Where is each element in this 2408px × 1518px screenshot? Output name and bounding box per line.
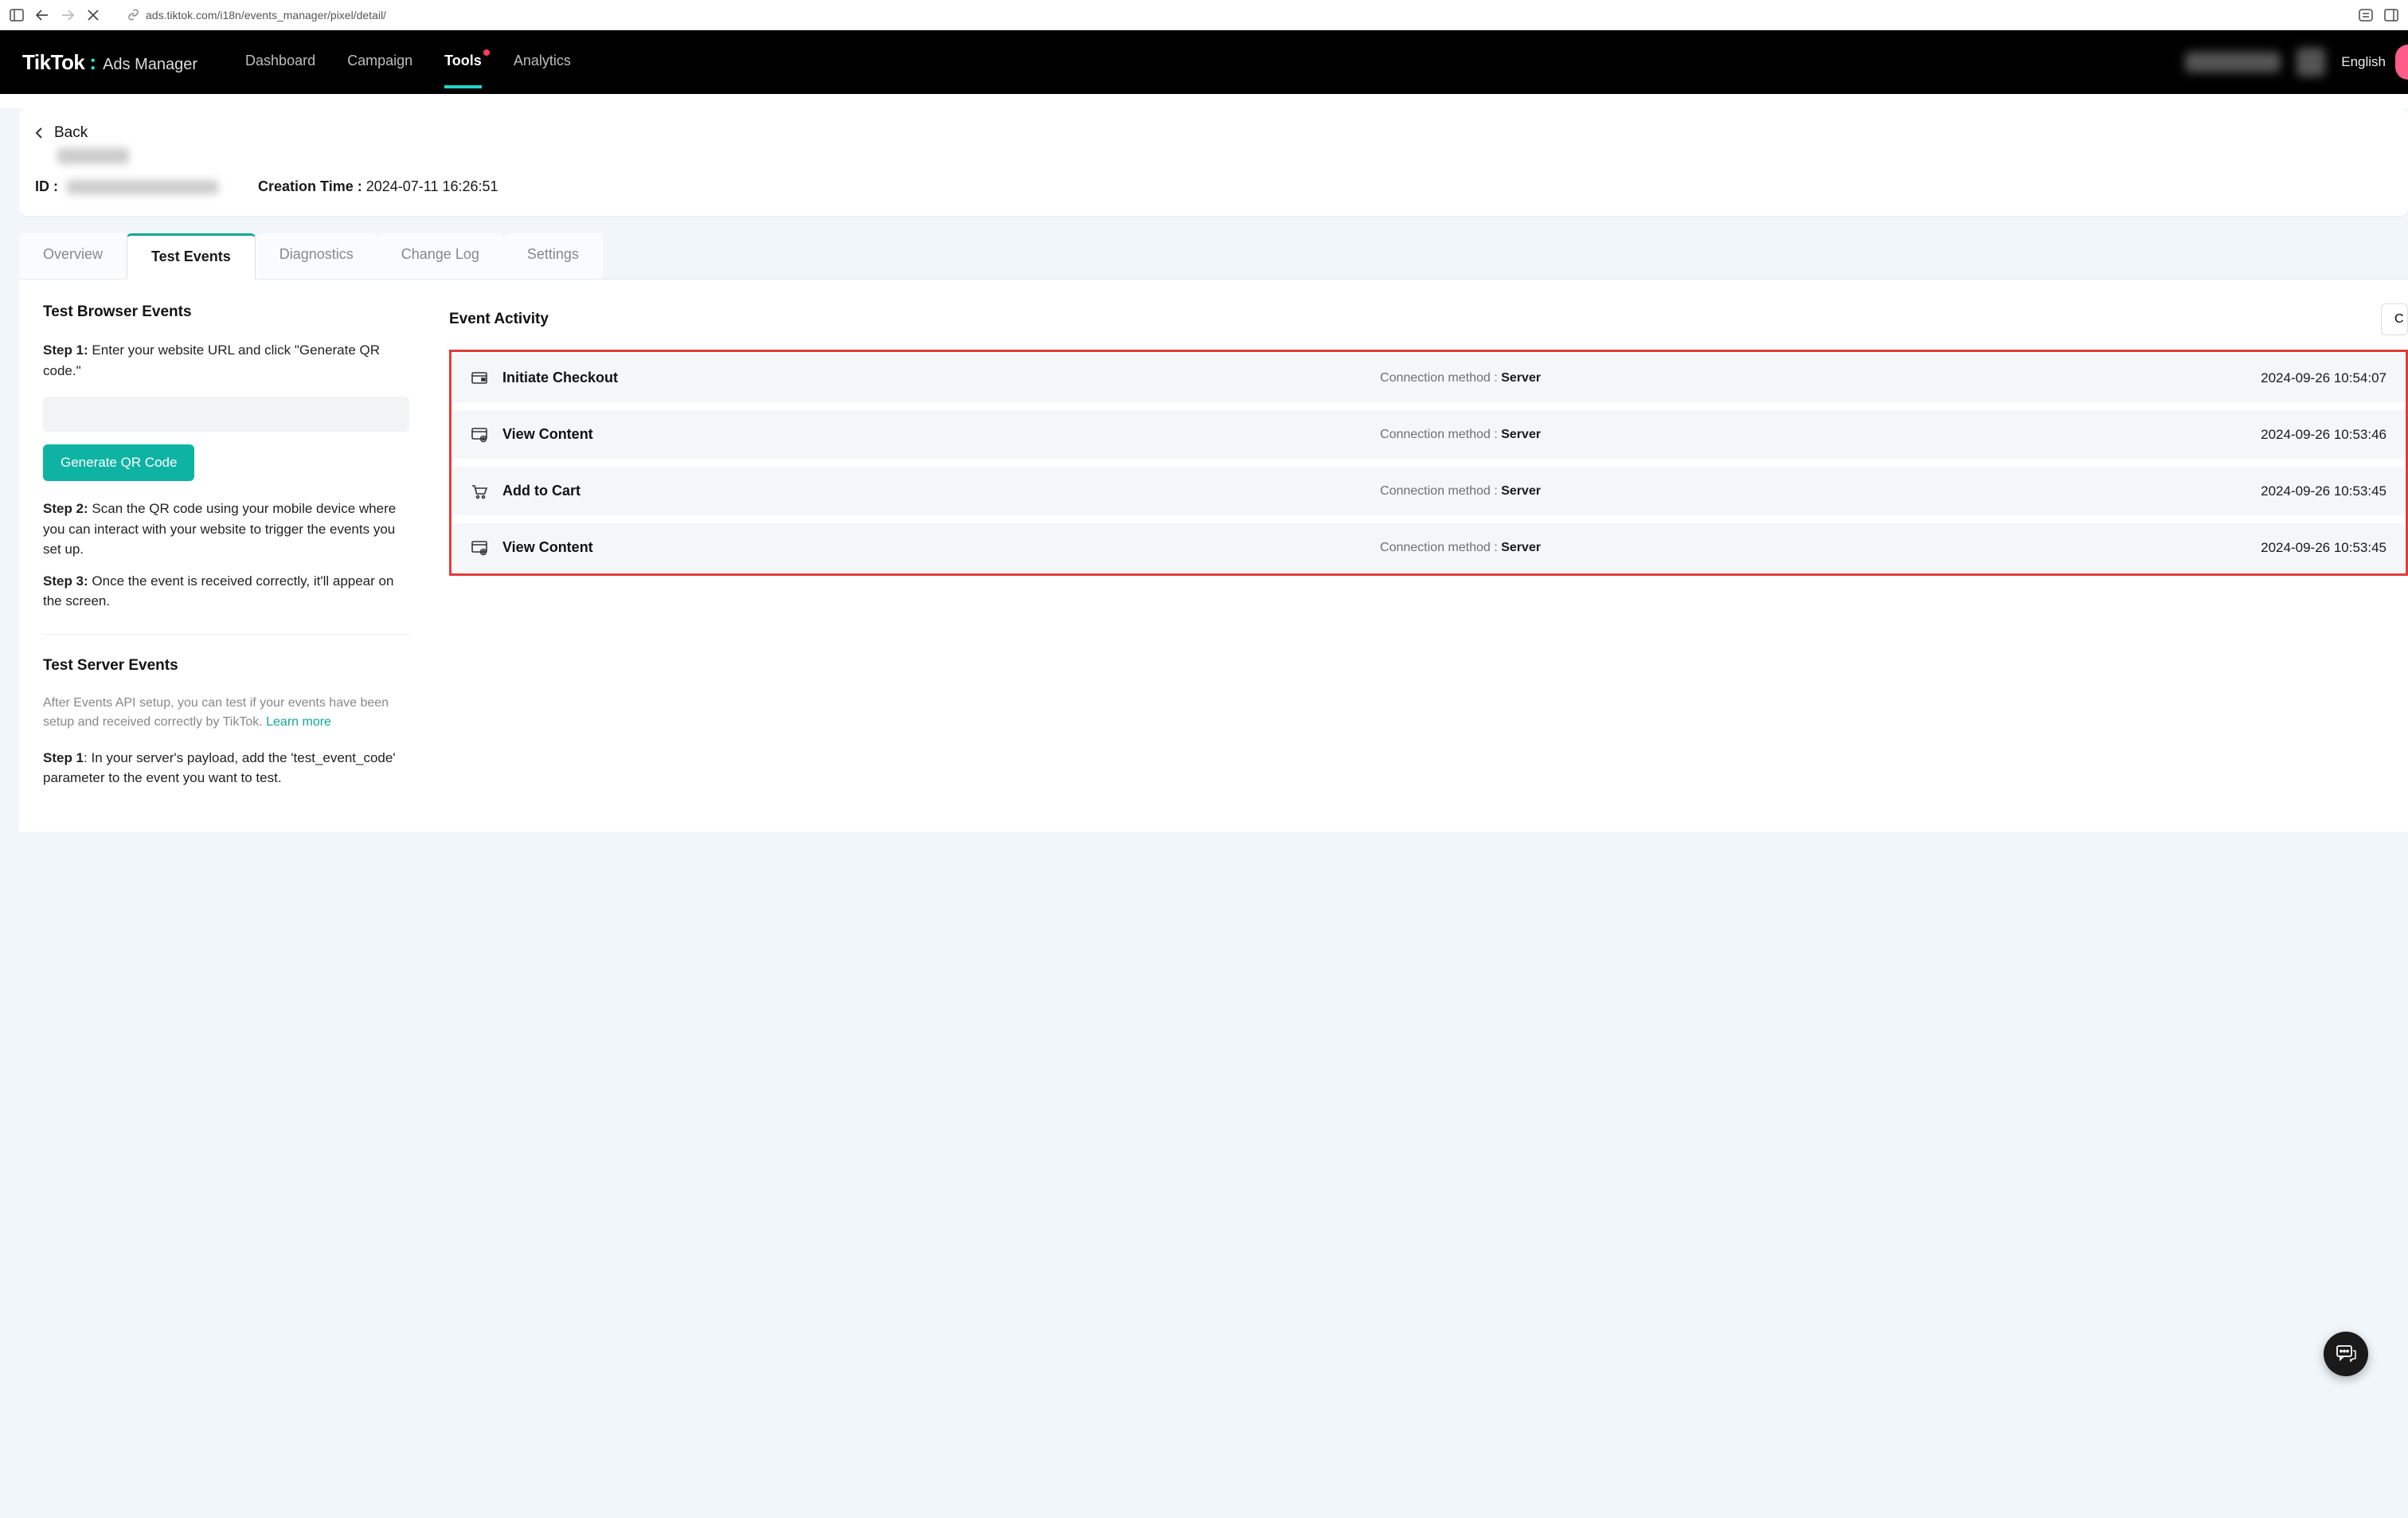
pixel-name-redacted bbox=[57, 148, 129, 164]
event-row[interactable]: View Content Connection method : Server 20… bbox=[453, 410, 2404, 459]
event-connection: Connection method : Server bbox=[708, 484, 2213, 499]
back-button[interactable]: Back bbox=[35, 124, 2386, 142]
checkout-icon bbox=[471, 370, 488, 386]
event-timestamp: 2024-09-26 10:54:07 bbox=[2227, 370, 2386, 386]
link-icon bbox=[127, 9, 139, 21]
event-name: Initiate Checkout bbox=[502, 370, 694, 386]
event-timestamp: 2024-09-26 10:53:46 bbox=[2227, 427, 2386, 443]
url-text: ads.tiktok.com/i18n/events_manager/pixel… bbox=[146, 9, 386, 22]
event-name: View Content bbox=[502, 539, 694, 556]
server-step-1-text: : In your server's payload, add the 'tes… bbox=[43, 750, 396, 786]
event-row[interactable]: Add to Cart Connection method : Server 202… bbox=[453, 467, 2404, 515]
nav-tools[interactable]: Tools bbox=[444, 53, 482, 72]
pixel-id: ID : bbox=[35, 178, 218, 195]
back-label: Back bbox=[54, 124, 88, 142]
tab-diagnostics[interactable]: Diagnostics bbox=[256, 233, 377, 279]
step-1-label: Step 1: bbox=[43, 342, 88, 358]
event-timestamp: 2024-09-26 10:53:45 bbox=[2227, 540, 2386, 556]
avatar[interactable] bbox=[2395, 45, 2408, 80]
step-1-text: Enter your website URL and click "Genera… bbox=[43, 342, 380, 378]
nav-analytics[interactable]: Analytics bbox=[514, 53, 571, 72]
account-switcher-redacted[interactable] bbox=[2297, 48, 2325, 76]
step-1: Step 1: Enter your website URL and click… bbox=[43, 340, 409, 381]
event-activity-title: Event Activity bbox=[449, 311, 549, 328]
event-connection: Connection method : Server bbox=[708, 371, 2213, 385]
logo-colon-icon: : bbox=[89, 50, 96, 75]
tab-change-log[interactable]: Change Log bbox=[377, 233, 503, 279]
panel-icon[interactable] bbox=[2384, 8, 2398, 22]
reader-icon[interactable] bbox=[2359, 8, 2373, 22]
event-connection: Connection method : Server bbox=[708, 541, 2213, 555]
step-3-label: Step 3: bbox=[43, 573, 88, 589]
logo-subtitle: Ads Manager bbox=[103, 56, 197, 74]
event-row[interactable]: Initiate Checkout Connection method : Ser… bbox=[453, 354, 2404, 402]
website-url-input[interactable] bbox=[43, 397, 409, 432]
server-step-1-label: Step 1 bbox=[43, 750, 84, 765]
nav-tools-label: Tools bbox=[444, 53, 482, 68]
event-name: View Content bbox=[502, 426, 694, 443]
step-3-text: Once the event is received correctly, it… bbox=[43, 573, 393, 609]
event-activity-list: Initiate Checkout Connection method : Ser… bbox=[449, 350, 2408, 576]
address-bar[interactable]: ads.tiktok.com/i18n/events_manager/pixel… bbox=[127, 9, 386, 22]
generate-qr-button[interactable]: Generate QR Code bbox=[43, 444, 194, 481]
server-events-desc-text: After Events API setup, you can test if … bbox=[43, 696, 389, 729]
id-label: ID : bbox=[35, 178, 58, 194]
pixel-id-redacted bbox=[67, 180, 218, 194]
step-3: Step 3: Once the event is received corre… bbox=[43, 571, 409, 612]
tabs: Overview Test Events Diagnostics Change … bbox=[19, 233, 2408, 280]
chat-fab[interactable] bbox=[2324, 1332, 2368, 1376]
logo-text: TikTok bbox=[22, 50, 84, 75]
creation-time-value: 2024-07-11 16:26:51 bbox=[366, 178, 498, 194]
browser-toolbar: ads.tiktok.com/i18n/events_manager/pixel… bbox=[0, 0, 2408, 30]
clear-button[interactable]: C bbox=[2381, 303, 2408, 335]
step-2-text: Scan the QR code using your mobile devic… bbox=[43, 501, 396, 557]
pixel-header-card: Back ID : Creation Time : 2024-07-11 16:… bbox=[19, 108, 2408, 216]
tab-test-events[interactable]: Test Events bbox=[127, 233, 256, 280]
test-browser-events-title: Test Browser Events bbox=[43, 303, 409, 321]
event-timestamp: 2024-09-26 10:53:45 bbox=[2227, 483, 2386, 499]
event-name: Add to Cart bbox=[502, 483, 694, 499]
cart-icon bbox=[471, 483, 488, 499]
step-2: Step 2: Scan the QR code using your mobi… bbox=[43, 499, 409, 560]
step-2-label: Step 2: bbox=[43, 501, 88, 516]
back-icon[interactable] bbox=[35, 8, 49, 22]
top-nav: Dashboard Campaign Tools Analytics bbox=[245, 53, 571, 72]
forward-icon bbox=[61, 8, 75, 22]
test-server-events-title: Test Server Events bbox=[43, 657, 409, 675]
nav-campaign[interactable]: Campaign bbox=[347, 53, 412, 72]
logo[interactable]: TikTok: Ads Manager bbox=[22, 50, 197, 75]
view-icon bbox=[471, 427, 488, 443]
close-icon[interactable] bbox=[86, 8, 100, 22]
learn-more-link[interactable]: Learn more bbox=[266, 715, 331, 729]
chat-icon bbox=[2336, 1344, 2356, 1363]
creation-time: Creation Time : 2024-07-11 16:26:51 bbox=[258, 178, 498, 195]
server-events-description: After Events API setup, you can test if … bbox=[43, 694, 409, 732]
event-connection: Connection method : Server bbox=[708, 428, 2213, 442]
divider bbox=[43, 634, 409, 635]
sidebar-toggle-icon[interactable] bbox=[10, 8, 24, 22]
nav-dashboard[interactable]: Dashboard bbox=[245, 53, 315, 72]
event-row[interactable]: View Content Connection method : Server 20… bbox=[453, 523, 2404, 572]
language-selector[interactable]: English bbox=[2341, 54, 2386, 70]
chevron-left-icon bbox=[35, 127, 43, 139]
notification-dot-icon bbox=[483, 49, 490, 56]
server-step-1: Step 1: In your server's payload, add th… bbox=[43, 748, 409, 788]
account-name-redacted[interactable] bbox=[2185, 52, 2281, 72]
view-icon bbox=[471, 540, 488, 556]
tab-settings[interactable]: Settings bbox=[503, 233, 603, 279]
creation-time-label: Creation Time : bbox=[258, 178, 362, 194]
app-header: TikTok: Ads Manager Dashboard Campaign T… bbox=[0, 30, 2408, 94]
tab-overview[interactable]: Overview bbox=[19, 233, 127, 279]
